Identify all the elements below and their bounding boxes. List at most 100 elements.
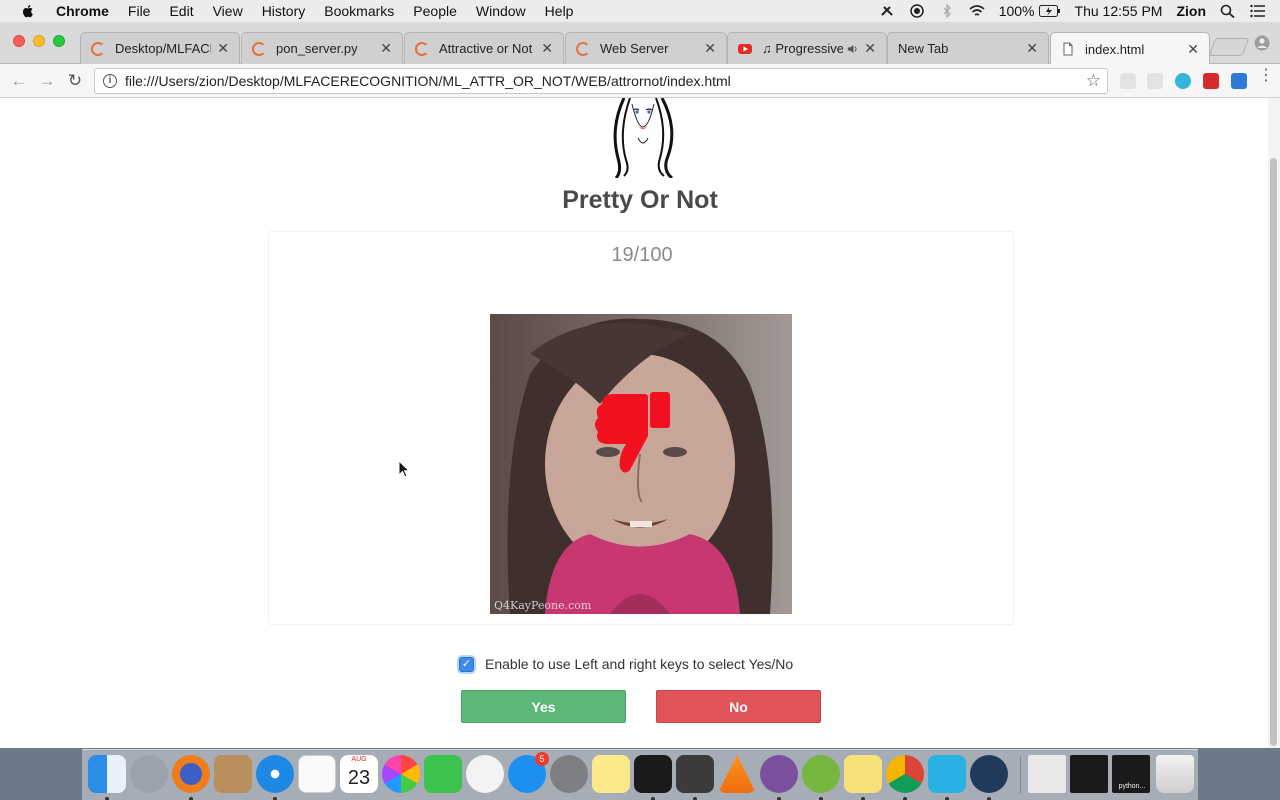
close-icon[interactable]: ✕ bbox=[380, 40, 392, 57]
thumbs-down-icon bbox=[595, 392, 670, 473]
chrome-icon[interactable] bbox=[886, 755, 924, 800]
dock-separator bbox=[1020, 756, 1021, 794]
notes-icon[interactable] bbox=[592, 755, 630, 793]
loading-spinner-icon bbox=[415, 41, 429, 56]
close-icon[interactable]: ✕ bbox=[217, 40, 229, 57]
profile-avatar-icon[interactable] bbox=[1254, 35, 1270, 51]
wifi-icon[interactable] bbox=[969, 4, 985, 18]
mouse-cursor-icon bbox=[398, 460, 410, 478]
window-thumbnail-icon[interactable] bbox=[1028, 755, 1066, 793]
stickies-icon[interactable] bbox=[844, 755, 882, 800]
battery-charging-icon[interactable] bbox=[1038, 5, 1061, 17]
browser-app-icon[interactable] bbox=[970, 755, 1008, 800]
face-photo: Q4KayPeone.com bbox=[490, 314, 792, 614]
extension-lock-icon[interactable] bbox=[1147, 73, 1163, 89]
menu-view[interactable]: View bbox=[213, 3, 243, 19]
markdown-editor-icon[interactable] bbox=[928, 755, 966, 800]
system-preferences-icon[interactable] bbox=[550, 755, 588, 793]
spotlight-search-icon[interactable] bbox=[1220, 4, 1236, 18]
menu-file[interactable]: File bbox=[128, 3, 151, 19]
contacts-icon[interactable] bbox=[214, 755, 252, 793]
keyboard-toggle-row[interactable]: ✓ Enable to use Left and right keys to s… bbox=[459, 656, 793, 672]
page-viewport: Pretty Or Not 19/100 Q4KayPeone.com ✓ En… bbox=[0, 98, 1280, 748]
tab-label: Attractive or Not bbox=[439, 41, 533, 56]
chrome-menu-icon[interactable]: ⋮ bbox=[1258, 68, 1274, 89]
speaker-icon[interactable] bbox=[847, 43, 858, 55]
photos-icon[interactable] bbox=[382, 755, 420, 793]
finder-icon[interactable] bbox=[88, 755, 126, 800]
menu-bar-user[interactable]: Zion bbox=[1176, 3, 1206, 19]
close-icon[interactable]: ✕ bbox=[1026, 40, 1038, 57]
facetime-icon[interactable] bbox=[424, 755, 462, 793]
tab-progressive-music[interactable]: ♫ Progressive T ✕ bbox=[727, 32, 887, 64]
sublime-text-icon[interactable] bbox=[676, 755, 714, 800]
apple-menu-icon[interactable] bbox=[20, 3, 36, 19]
menu-people[interactable]: People bbox=[413, 3, 457, 19]
info-icon[interactable]: i bbox=[103, 74, 117, 88]
launchpad-icon[interactable] bbox=[130, 755, 168, 793]
battery-percentage: 100% bbox=[998, 3, 1035, 19]
terminal-window-thumbnail-icon[interactable] bbox=[1070, 755, 1108, 793]
tab-pon-server[interactable]: pon_server.py ✕ bbox=[241, 32, 403, 64]
firefox-icon[interactable] bbox=[172, 755, 210, 800]
menu-edit[interactable]: Edit bbox=[169, 3, 193, 19]
close-icon[interactable]: ✕ bbox=[1187, 41, 1199, 58]
app-store-icon[interactable]: 5 bbox=[508, 752, 549, 793]
keyboard-toggle-checkbox[interactable]: ✓ bbox=[459, 656, 474, 672]
tools-icon[interactable] bbox=[879, 4, 895, 18]
tab-new-tab[interactable]: New Tab ✕ bbox=[887, 32, 1049, 64]
menu-help[interactable]: Help bbox=[545, 3, 574, 19]
menu-history[interactable]: History bbox=[262, 3, 306, 19]
close-icon[interactable]: ✕ bbox=[704, 40, 716, 57]
menu-bar-clock[interactable]: Thu 12:55 PM bbox=[1075, 3, 1163, 19]
woman-face-logo bbox=[613, 98, 674, 178]
extension-youtube-icon[interactable] bbox=[1203, 73, 1219, 89]
utorrent-icon[interactable] bbox=[802, 755, 840, 800]
photo-watermark: Q4KayPeone.com bbox=[494, 599, 592, 612]
python-window-thumbnail-icon[interactable]: python... bbox=[1112, 755, 1150, 793]
bookmark-star-icon[interactable]: ☆ bbox=[1086, 71, 1101, 91]
menu-bookmarks[interactable]: Bookmarks bbox=[324, 3, 394, 19]
extension-react-icon[interactable] bbox=[1175, 73, 1191, 89]
bluetooth-icon[interactable] bbox=[939, 4, 955, 18]
menu-window[interactable]: Window bbox=[476, 3, 526, 19]
window-close-button[interactable] bbox=[13, 35, 25, 47]
reminders-icon[interactable] bbox=[298, 755, 336, 793]
close-icon[interactable]: ✕ bbox=[541, 40, 553, 57]
vlc-icon[interactable] bbox=[718, 755, 756, 793]
page-scrollbar-thumb[interactable] bbox=[1270, 158, 1277, 746]
itunes-icon[interactable] bbox=[466, 755, 504, 793]
macos-menu-bar: Chrome File Edit View History Bookmarks … bbox=[0, 0, 1280, 22]
window-minimize-button[interactable] bbox=[33, 35, 45, 47]
menu-bar-status-area: 100% Thu 12:55 PM Zion bbox=[879, 0, 1280, 22]
terminal-icon[interactable] bbox=[634, 755, 672, 800]
app-store-badge: 5 bbox=[535, 752, 549, 766]
extension-gear-icon[interactable] bbox=[1120, 73, 1136, 89]
no-button[interactable]: No bbox=[656, 690, 821, 723]
record-icon[interactable] bbox=[909, 4, 925, 18]
menu-chrome[interactable]: Chrome bbox=[56, 3, 109, 19]
address-bar-url[interactable]: file:///Users/zion/Desktop/MLFACERECOGNI… bbox=[125, 73, 731, 89]
reload-icon[interactable]: ↻ bbox=[64, 70, 86, 92]
address-bar[interactable]: i file:///Users/zion/Desktop/MLFACERECOG… bbox=[94, 68, 1108, 94]
youtube-icon bbox=[738, 43, 752, 54]
window-zoom-button[interactable] bbox=[53, 35, 65, 47]
browser-toolbar: ← → ↻ i file:///Users/zion/Desktop/MLFAC… bbox=[0, 64, 1280, 98]
tab-attractive-or-not[interactable]: Attractive or Not ✕ bbox=[404, 32, 564, 64]
viber-icon[interactable] bbox=[760, 755, 798, 800]
trash-icon[interactable] bbox=[1156, 755, 1194, 793]
loading-spinner-icon bbox=[576, 41, 590, 56]
page-title: Pretty Or Not bbox=[562, 186, 718, 214]
calendar-icon[interactable]: AUG 23 bbox=[340, 755, 378, 793]
close-icon[interactable]: ✕ bbox=[864, 40, 876, 57]
yes-button[interactable]: Yes bbox=[461, 690, 626, 723]
notification-center-icon[interactable] bbox=[1250, 4, 1266, 18]
back-arrow-icon[interactable]: ← bbox=[8, 70, 30, 92]
safari-icon[interactable] bbox=[256, 755, 294, 800]
tab-desktop-mlfacer[interactable]: Desktop/MLFACER ✕ bbox=[80, 32, 240, 64]
tab-index-html[interactable]: index.html ✕ bbox=[1050, 32, 1210, 65]
extension-save-icon[interactable] bbox=[1231, 73, 1247, 89]
forward-arrow-icon[interactable]: → bbox=[36, 70, 58, 92]
tab-web-server[interactable]: Web Server ✕ bbox=[565, 32, 727, 64]
new-tab-button[interactable] bbox=[1208, 38, 1250, 56]
